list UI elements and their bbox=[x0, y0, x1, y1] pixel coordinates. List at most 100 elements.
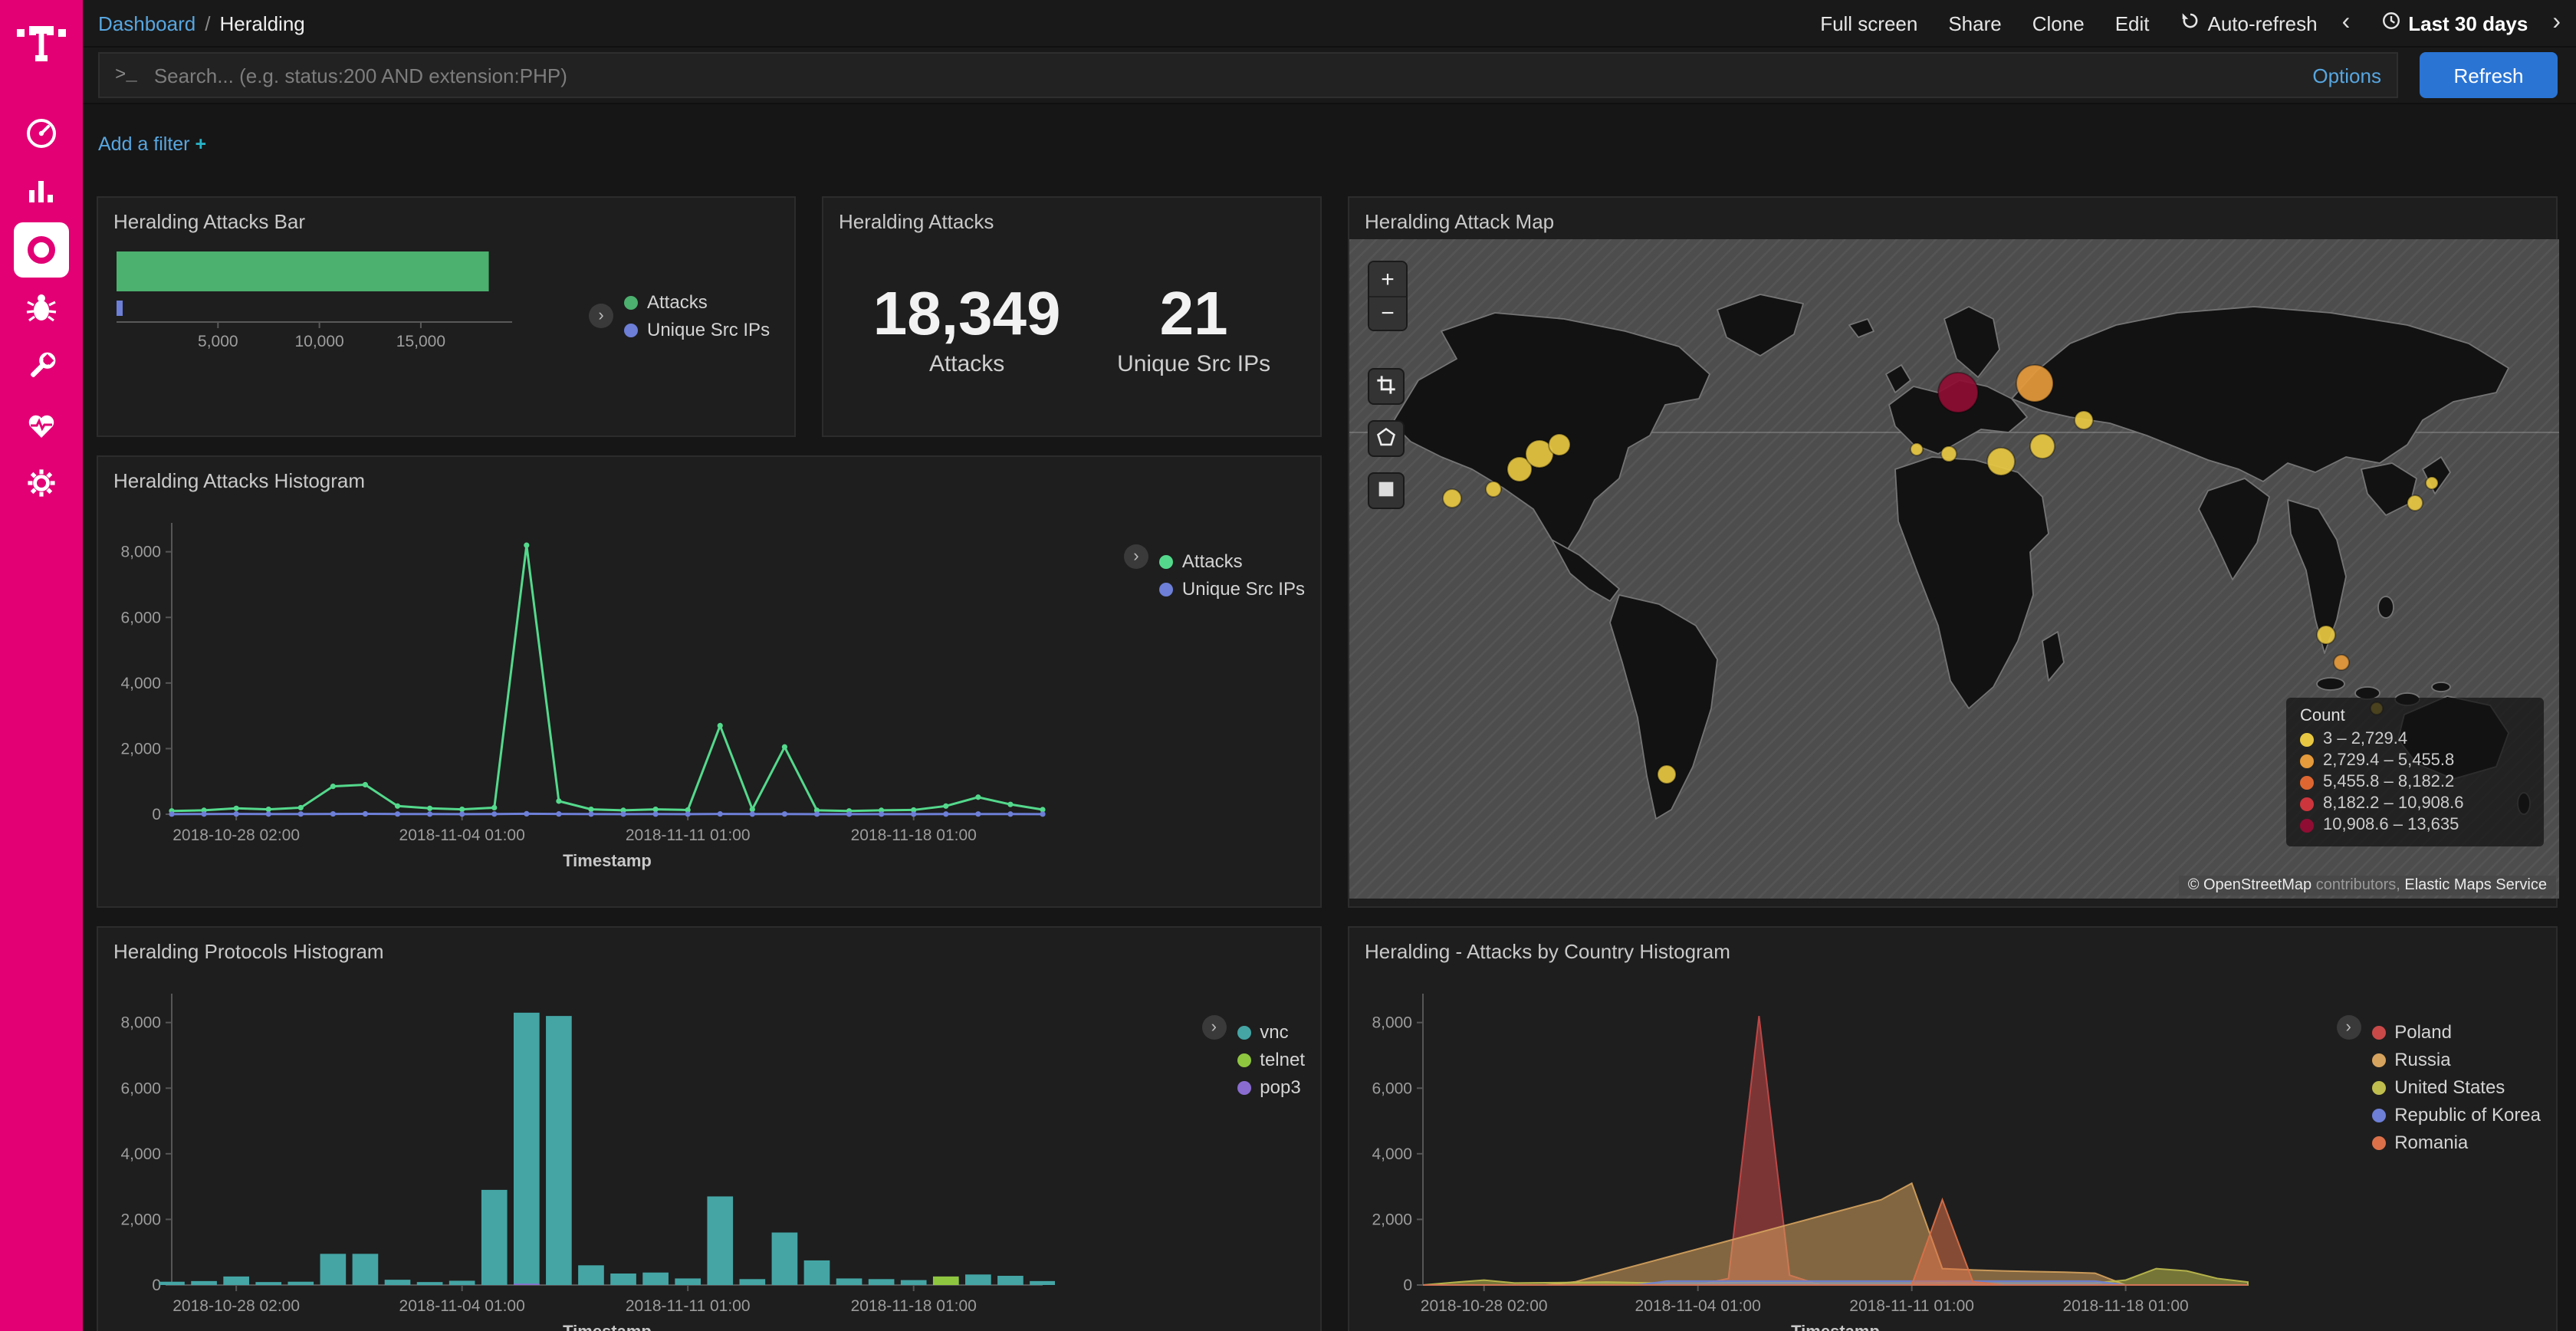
chart-legend: vnc telnet pop3 bbox=[1237, 1015, 1305, 1104]
legend-item[interactable]: Unique Src IPs bbox=[1159, 578, 1305, 600]
map-fit-bounds-button[interactable] bbox=[1368, 368, 1405, 405]
main-area: Dashboard / Heralding Full screen Share … bbox=[83, 0, 2576, 1331]
svg-text:10,000: 10,000 bbox=[294, 333, 343, 350]
map-legend-row: 3 – 2,729.4 bbox=[2300, 730, 2530, 748]
map-controls: + − bbox=[1368, 261, 1408, 509]
legend-label: pop3 bbox=[1260, 1076, 1300, 1098]
legend-item[interactable]: Unique Src IPs bbox=[624, 319, 770, 340]
svg-text:Timestamp: Timestamp bbox=[1791, 1322, 1880, 1331]
svg-text:8,000: 8,000 bbox=[120, 1014, 161, 1032]
svg-text:2018-11-11 01:00: 2018-11-11 01:00 bbox=[1849, 1297, 1974, 1315]
legend-label: Attacks bbox=[647, 291, 708, 313]
query-options-link[interactable]: Options bbox=[2312, 64, 2381, 87]
legend-toggle-icon[interactable]: › bbox=[1124, 544, 1148, 569]
panel-protocols-histogram: Heralding Protocols Histogram 02,0004,00… bbox=[97, 926, 1322, 1331]
map-legend-label: 5,455.8 – 8,182.2 bbox=[2323, 773, 2454, 791]
map-legend-dot bbox=[2300, 754, 2314, 767]
map-legend-title: Count bbox=[2300, 707, 2530, 725]
search-box: >_ Options bbox=[98, 52, 2398, 98]
wrench-icon bbox=[23, 348, 60, 385]
sidebar-item-tools[interactable] bbox=[14, 339, 69, 394]
svg-text:2,000: 2,000 bbox=[1372, 1211, 1412, 1228]
t-mobile-logo[interactable] bbox=[15, 15, 67, 69]
legend-color-dot bbox=[624, 323, 638, 337]
svg-text:2018-10-28 02:00: 2018-10-28 02:00 bbox=[1421, 1297, 1548, 1315]
svg-text:0: 0 bbox=[152, 806, 161, 823]
panel-attacks-histogram: Heralding Attacks Histogram 02,0004,0006… bbox=[97, 455, 1322, 908]
metric-value: 21 bbox=[1117, 282, 1270, 347]
chart-legend: Poland Russia United States Republic of Kor… bbox=[2371, 1015, 2541, 1159]
legend-item[interactable]: telnet bbox=[1237, 1049, 1305, 1070]
edit-button[interactable]: Edit bbox=[2115, 12, 2150, 35]
breadcrumb: Dashboard / Heralding bbox=[98, 12, 305, 35]
legend-toggle-icon[interactable]: › bbox=[1201, 1015, 1226, 1040]
svg-text:Timestamp: Timestamp bbox=[563, 851, 652, 870]
legend-label: Attacks bbox=[1182, 550, 1243, 572]
svg-text:2018-11-11 01:00: 2018-11-11 01:00 bbox=[626, 1297, 751, 1315]
sidebar-item-dashboards[interactable] bbox=[14, 106, 69, 161]
time-back-button[interactable]: ‹ bbox=[2342, 9, 2351, 37]
legend-item[interactable]: vnc bbox=[1237, 1021, 1305, 1043]
map-legend-label: 8,182.2 – 10,908.6 bbox=[2323, 794, 2464, 813]
panel-title: Heralding Attacks Bar bbox=[98, 198, 794, 239]
metric-value: 18,349 bbox=[873, 282, 1061, 347]
clone-button[interactable]: Clone bbox=[2032, 12, 2085, 35]
svg-text:8,000: 8,000 bbox=[1372, 1014, 1412, 1032]
legend-item[interactable]: Attacks bbox=[624, 291, 770, 313]
search-input[interactable] bbox=[151, 62, 2298, 88]
legend-label: Unique Src IPs bbox=[647, 319, 770, 340]
map-zoom-out-button[interactable]: − bbox=[1369, 296, 1406, 330]
time-range-button[interactable]: Last 30 days bbox=[2380, 11, 2528, 35]
legend-label: Poland bbox=[2394, 1021, 2452, 1043]
legend-color-dot bbox=[1159, 554, 1173, 568]
map-draw-rectangle-button[interactable] bbox=[1368, 472, 1405, 509]
chart-legend: Attacks Unique Src IPs bbox=[1159, 544, 1305, 606]
map-legend-row: 2,729.4 – 5,455.8 bbox=[2300, 751, 2530, 770]
refresh-button[interactable]: Refresh bbox=[2420, 52, 2558, 98]
svg-text:4,000: 4,000 bbox=[120, 675, 161, 692]
map-legend-label: 2,729.4 – 5,455.8 bbox=[2323, 751, 2454, 770]
legend-item[interactable]: pop3 bbox=[1237, 1076, 1305, 1098]
top-nav-actions: Full screen Share Clone Edit Auto-refres… bbox=[1789, 9, 2561, 37]
world-map[interactable]: + − bbox=[1349, 239, 2559, 899]
legend-item[interactable]: United States bbox=[2371, 1076, 2541, 1098]
svg-text:6,000: 6,000 bbox=[120, 609, 161, 626]
sidebar-item-health[interactable] bbox=[14, 397, 69, 452]
map-legend-dot bbox=[2300, 797, 2314, 810]
map-legend-row: 8,182.2 – 10,908.6 bbox=[2300, 794, 2530, 813]
map-zoom-in-button[interactable]: + bbox=[1369, 262, 1406, 296]
sidebar-item-attacks[interactable] bbox=[14, 281, 69, 336]
legend-item[interactable]: Romania bbox=[2371, 1132, 2541, 1153]
top-nav-bar: Dashboard / Heralding Full screen Share … bbox=[83, 0, 2576, 48]
legend-color-dot bbox=[1237, 1080, 1250, 1094]
auto-refresh-button[interactable]: Auto-refresh bbox=[2180, 11, 2318, 35]
svg-text:2018-10-28 02:00: 2018-10-28 02:00 bbox=[172, 827, 300, 844]
svg-text:6,000: 6,000 bbox=[1372, 1080, 1412, 1097]
crop-icon bbox=[1375, 373, 1397, 399]
target-icon bbox=[23, 232, 60, 268]
metric-unique-src-ips: 21 Unique Src IPs bbox=[1117, 282, 1270, 377]
time-forward-button[interactable]: › bbox=[2552, 9, 2561, 37]
legend-item[interactable]: Attacks bbox=[1159, 550, 1305, 572]
gear-icon bbox=[23, 465, 60, 501]
legend-toggle-icon[interactable]: › bbox=[2336, 1015, 2361, 1040]
map-draw-polygon-button[interactable] bbox=[1368, 420, 1405, 457]
breadcrumb-dashboard-link[interactable]: Dashboard bbox=[98, 12, 196, 35]
legend-toggle-icon[interactable]: › bbox=[589, 304, 613, 328]
fullscreen-button[interactable]: Full screen bbox=[1820, 12, 1917, 35]
legend-item[interactable]: Poland bbox=[2371, 1021, 2541, 1043]
sidebar-item-settings[interactable] bbox=[14, 455, 69, 511]
svg-text:8,000: 8,000 bbox=[120, 544, 161, 561]
sidebar-item-visualize[interactable] bbox=[14, 164, 69, 219]
svg-text:2,000: 2,000 bbox=[120, 1211, 161, 1228]
bar-chart-icon bbox=[23, 173, 60, 210]
legend-item[interactable]: Republic of Korea bbox=[2371, 1104, 2541, 1126]
clock-icon bbox=[2380, 11, 2400, 35]
legend-label: Unique Src IPs bbox=[1182, 578, 1305, 600]
share-button[interactable]: Share bbox=[1948, 12, 2001, 35]
svg-text:2018-11-04 01:00: 2018-11-04 01:00 bbox=[399, 827, 525, 844]
add-filter-link[interactable]: Add a filter + bbox=[98, 133, 206, 155]
sidebar-item-heralding[interactable] bbox=[14, 222, 69, 278]
map-legend-dot bbox=[2300, 775, 2314, 789]
legend-item[interactable]: Russia bbox=[2371, 1049, 2541, 1070]
